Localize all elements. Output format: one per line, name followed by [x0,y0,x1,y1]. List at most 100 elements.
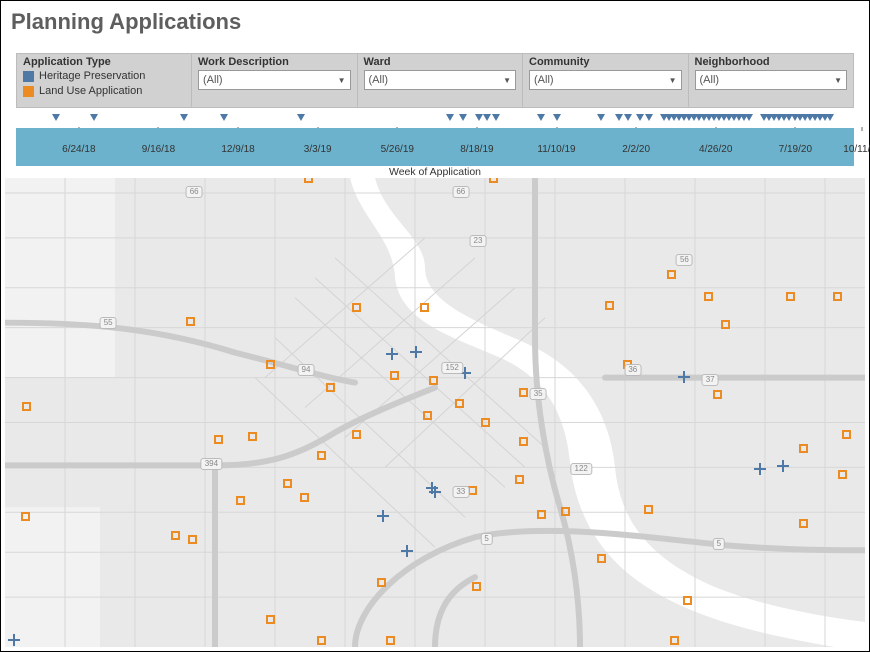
map-point-landuse[interactable] [799,444,808,453]
map-point-landuse[interactable] [390,371,399,380]
highway-shield: 66 [186,186,203,198]
map-point-heritage[interactable] [8,634,20,646]
map-point-landuse[interactable] [605,301,614,310]
filter-ward-label: Ward [364,56,517,68]
timeline-tick-label: 10/11/20 [843,144,870,155]
filter-community: Community (All) ▼ [523,54,689,107]
timeline-marker[interactable] [446,114,454,121]
map-point-landuse[interactable] [377,578,386,587]
map-point-landuse[interactable] [670,636,679,645]
highway-shield: 56 [676,254,693,266]
map-point-landuse[interactable] [519,388,528,397]
timeline-marker[interactable] [553,114,561,121]
map-point-heritage[interactable] [678,371,690,383]
map-point-landuse[interactable] [300,493,309,502]
map-point-landuse[interactable] [386,636,395,645]
map-point-landuse[interactable] [188,535,197,544]
timeline-marker[interactable] [483,114,491,121]
timeline-band[interactable]: Week of Application 6/24/189/16/1812/9/1… [16,128,854,166]
map-point-landuse[interactable] [786,292,795,301]
map-point-landuse[interactable] [21,512,30,521]
map-point-landuse[interactable] [429,376,438,385]
map[interactable]: 6666235694553736394152122355335 [5,178,865,647]
map-point-landuse[interactable] [214,435,223,444]
legend-item-heritage[interactable]: Heritage Preservation [23,70,185,82]
timeline-markers [16,114,854,128]
timeline-marker[interactable] [459,114,467,121]
map-point-landuse[interactable] [304,178,313,183]
map-point-landuse[interactable] [420,303,429,312]
map-point-heritage[interactable] [754,463,766,475]
timeline-marker[interactable] [645,114,653,121]
map-point-landuse[interactable] [704,292,713,301]
map-point-landuse[interactable] [838,470,847,479]
map-point-landuse[interactable] [266,615,275,624]
filter-ward-value: (All) [369,74,389,86]
highway-shield: 23 [470,235,487,247]
map-point-landuse[interactable] [515,475,524,484]
filter-work-description-dropdown[interactable]: (All) ▼ [198,70,351,90]
timeline-marker[interactable] [180,114,188,121]
map-point-landuse[interactable] [352,430,361,439]
filter-work-description: Work Description (All) ▼ [192,54,358,107]
map-point-heritage[interactable] [401,545,413,557]
map-point-heritage[interactable] [777,460,789,472]
filter-community-dropdown[interactable]: (All) ▼ [529,70,682,90]
map-point-landuse[interactable] [455,399,464,408]
map-point-landuse[interactable] [842,430,851,439]
map-point-landuse[interactable] [171,531,180,540]
map-point-landuse[interactable] [489,178,498,183]
map-point-landuse[interactable] [236,496,245,505]
timeline-marker[interactable] [52,114,60,121]
map-point-landuse[interactable] [283,479,292,488]
map-point-landuse[interactable] [667,270,676,279]
map-point-landuse[interactable] [561,507,570,516]
filter-ward-dropdown[interactable]: (All) ▼ [364,70,517,90]
timeline-marker[interactable] [90,114,98,121]
filter-neighborhood-dropdown[interactable]: (All) ▼ [695,70,848,90]
legend-swatch-heritage [23,71,34,82]
filter-bar: Application Type Heritage Preservation L… [16,53,854,108]
map-point-landuse[interactable] [472,582,481,591]
map-point-landuse[interactable] [266,360,275,369]
map-point-landuse[interactable] [248,432,257,441]
map-point-landuse[interactable] [352,303,361,312]
map-point-landuse[interactable] [713,390,722,399]
map-point-landuse[interactable] [644,505,653,514]
map-point-landuse[interactable] [22,402,31,411]
map-point-landuse[interactable] [833,292,842,301]
timeline-marker[interactable] [537,114,545,121]
map-point-landuse[interactable] [519,437,528,446]
highway-shield: 35 [530,388,547,400]
timeline-marker[interactable] [636,114,644,121]
timeline-marker[interactable] [597,114,605,121]
map-point-landuse[interactable] [317,451,326,460]
map-point-landuse[interactable] [326,383,335,392]
timeline-marker[interactable] [492,114,500,121]
timeline-marker[interactable] [826,114,834,121]
timeline-tick-label: 7/19/20 [779,144,812,155]
map-point-landuse[interactable] [423,411,432,420]
timeline-marker[interactable] [615,114,623,121]
map-point-landuse[interactable] [186,317,195,326]
legend-item-landuse[interactable]: Land Use Application [23,85,185,97]
timeline-marker[interactable] [624,114,632,121]
map-point-heritage[interactable] [377,510,389,522]
map-point-landuse[interactable] [721,320,730,329]
caret-down-icon: ▼ [669,76,677,85]
map-point-landuse[interactable] [537,510,546,519]
map-point-heritage[interactable] [386,348,398,360]
timeline[interactable]: Week of Application 6/24/189/16/1812/9/1… [16,114,854,166]
timeline-marker[interactable] [297,114,305,121]
map-point-heritage[interactable] [410,346,422,358]
map-point-landuse[interactable] [799,519,808,528]
map-point-landuse[interactable] [683,596,692,605]
map-point-landuse[interactable] [481,418,490,427]
timeline-marker[interactable] [220,114,228,121]
timeline-marker[interactable] [475,114,483,121]
map-point-heritage[interactable] [429,486,441,498]
highway-shield: 37 [702,374,719,386]
map-point-landuse[interactable] [317,636,326,645]
map-point-landuse[interactable] [597,554,606,563]
timeline-marker[interactable] [745,114,753,121]
